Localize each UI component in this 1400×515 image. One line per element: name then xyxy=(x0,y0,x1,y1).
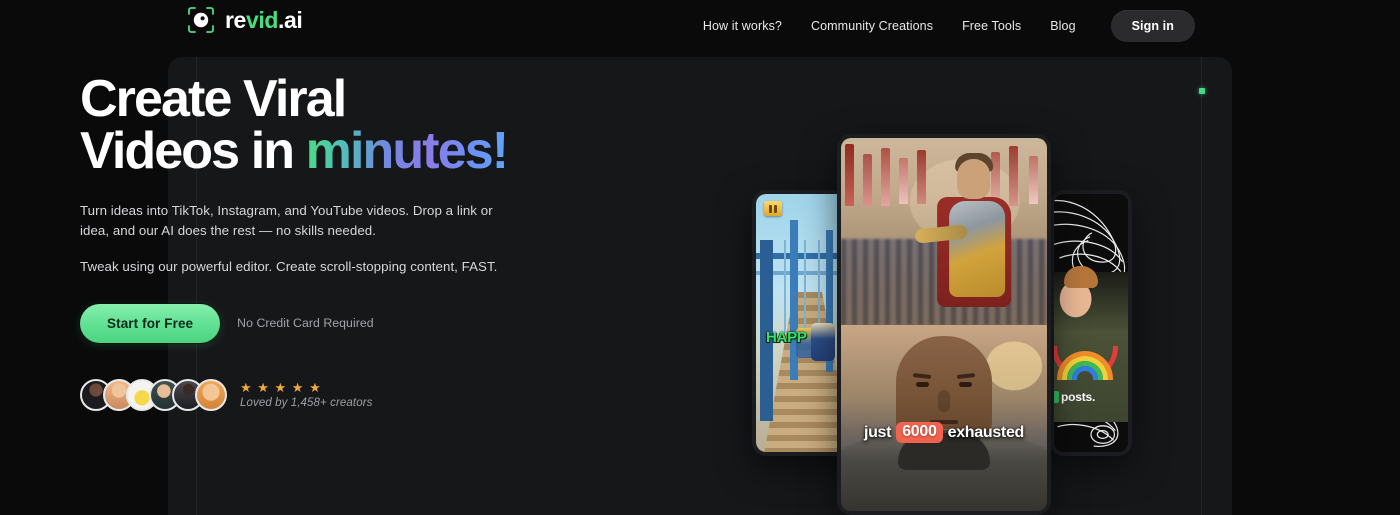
cta-row: Start for Free No Credit Card Required xyxy=(80,303,530,343)
video-card-right-content: posts. xyxy=(1054,194,1128,452)
video-card-center[interactable]: just 6000 exhausted xyxy=(837,134,1051,515)
person-hair xyxy=(1064,266,1098,288)
bridge-wire xyxy=(784,240,786,334)
warrior-brow xyxy=(912,372,932,379)
caption-word-after: exhausted xyxy=(947,423,1025,441)
rating-block: ★ ★ ★ ★ ★ Loved by 1,458+ creators xyxy=(240,381,373,409)
video-caption-right: posts. xyxy=(1054,390,1095,404)
video-caption-right-text: posts. xyxy=(1061,390,1096,404)
bridge-wire xyxy=(804,240,806,334)
main-navigation: How it works? Community Creations Free T… xyxy=(703,10,1195,42)
warrior-closeup-scene xyxy=(841,324,1047,511)
avatar-group xyxy=(80,378,227,411)
site-header: revid.ai How it works? Community Creatio… xyxy=(0,0,1400,57)
start-for-free-button[interactable]: Start for Free xyxy=(80,303,221,343)
hero-paragraph-2: Tweak using our powerful editor. Create … xyxy=(80,259,498,275)
nav-item-free-tools[interactable]: Free Tools xyxy=(962,19,1021,33)
video-card-right[interactable]: posts. xyxy=(1050,190,1132,456)
loved-by-text: Loved by 1,458+ creators xyxy=(240,396,373,409)
bridge-wire xyxy=(818,240,820,334)
video-card-center-content: just 6000 exhausted xyxy=(841,138,1047,511)
game-character xyxy=(811,323,836,361)
warrior-eye xyxy=(959,381,972,387)
guide-line-right xyxy=(1201,57,1202,515)
hero-content: Create Viral Videos in minutes! Turn ide… xyxy=(80,73,530,411)
video-caption-center: just 6000 exhausted xyxy=(841,422,1047,443)
video-caption-left: HAPP xyxy=(766,329,807,346)
rainbow-graphic xyxy=(1054,346,1118,380)
knight-scene xyxy=(841,138,1047,325)
brand-part-1: re xyxy=(225,6,246,33)
hero-paragraph-1: Turn ideas into TikTok, Instagram, and Y… xyxy=(80,203,493,239)
caption-word-before: just xyxy=(863,423,892,441)
nav-item-blog[interactable]: Blog xyxy=(1050,19,1075,33)
knight-figure xyxy=(914,152,1013,325)
nav-item-how-it-works[interactable]: How it works? xyxy=(703,19,782,33)
knight-head xyxy=(957,158,991,199)
page-title-line-1: Create Viral xyxy=(80,70,347,128)
warrior-brow xyxy=(956,372,976,379)
brand-wordmark: revid.ai xyxy=(225,6,303,33)
camera-aperture-icon xyxy=(186,5,216,35)
star-rating: ★ ★ ★ ★ ★ xyxy=(240,379,322,395)
caption-green-chip xyxy=(1054,391,1059,403)
guide-dot-right xyxy=(1198,88,1205,94)
brand-part-3: .ai xyxy=(277,6,303,33)
pause-icon[interactable] xyxy=(764,201,782,216)
warrior-eye xyxy=(916,381,929,387)
page-title: Create Viral Videos in minutes! xyxy=(80,73,530,177)
knight-armor xyxy=(949,200,1006,297)
page-title-highlight: minutes! xyxy=(305,122,509,180)
social-proof: ★ ★ ★ ★ ★ Loved by 1,458+ creators xyxy=(80,378,530,411)
brand-logo[interactable]: revid.ai xyxy=(186,5,303,35)
video-card-stack: HAPP posts. just 6000 exhausted xyxy=(752,0,1152,515)
no-credit-card-note: No Credit Card Required xyxy=(237,316,374,331)
nav-item-community-creations[interactable]: Community Creations xyxy=(811,19,933,33)
sign-in-button[interactable]: Sign in xyxy=(1110,10,1195,42)
topographic-scene: posts. xyxy=(1054,194,1128,452)
caption-highlight-chip: 6000 xyxy=(896,422,943,443)
avatar xyxy=(195,378,227,411)
page-title-line-2-plain: Videos in xyxy=(80,122,306,180)
brand-part-2: vid xyxy=(245,6,278,33)
warrior-nose xyxy=(938,389,950,412)
